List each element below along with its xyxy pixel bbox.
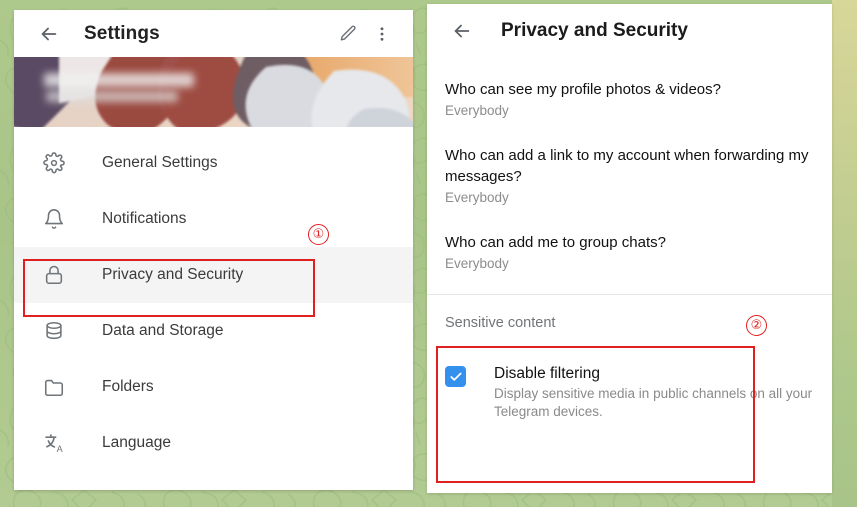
sidebar-item-general-settings[interactable]: General Settings (14, 135, 413, 191)
privacy-option-question: Who can add a link to my account when fo… (445, 147, 809, 185)
privacy-option-question: Who can see my profile photos & videos? (445, 81, 721, 98)
sidebar-item-label: Data and Storage (102, 322, 224, 339)
sidebar-item-folders[interactable]: Folders (14, 359, 413, 415)
page-title: Privacy and Security (501, 19, 688, 41)
privacy-option-group-chats[interactable]: Who can add me to group chats? Everybody (427, 232, 832, 271)
sidebar-item-language[interactable]: A Language (14, 415, 413, 471)
disable-filtering-checkbox[interactable] (445, 366, 466, 387)
sidebar-item-label: Notifications (102, 210, 187, 227)
settings-panel: Settings General Settings Notifications … (14, 10, 413, 490)
sidebar-item-label: Folders (102, 378, 154, 395)
bell-icon (40, 205, 68, 233)
profile-cover-photo[interactable] (14, 57, 413, 127)
disable-filtering-row[interactable]: Disable filtering Display sensitive medi… (445, 365, 814, 421)
privacy-option-forward-link[interactable]: Who can add a link to my account when fo… (427, 145, 832, 205)
svg-text:A: A (56, 444, 63, 454)
sidebar-item-data-and-storage[interactable]: Data and Storage (14, 303, 413, 359)
more-vertical-icon[interactable] (365, 17, 399, 51)
privacy-option-value: Everybody (445, 103, 509, 118)
database-icon (40, 317, 68, 345)
back-arrow-icon[interactable] (445, 14, 479, 48)
privacy-header: Privacy and Security (427, 4, 832, 57)
settings-header: Settings (14, 10, 413, 57)
disable-filtering-texts: Disable filtering Display sensitive medi… (494, 365, 814, 421)
folder-icon (40, 373, 68, 401)
privacy-option-value: Everybody (445, 256, 509, 271)
privacy-option-value: Everybody (445, 190, 509, 205)
privacy-security-panel: Privacy and Security Who can see my prof… (427, 4, 832, 493)
privacy-options-list: Who can see my profile photos & videos? … (427, 57, 832, 271)
sidebar-item-privacy-and-security[interactable]: Privacy and Security (14, 247, 413, 303)
sidebar-item-label: Privacy and Security (102, 266, 244, 283)
privacy-option-profile-photos[interactable]: Who can see my profile photos & videos? … (427, 79, 832, 118)
sidebar-item-notifications[interactable]: Notifications (14, 191, 413, 247)
section-title: Sensitive content (445, 315, 556, 331)
background-edge-strip (832, 0, 857, 507)
settings-menu: General Settings Notifications Privacy a… (14, 127, 413, 471)
gear-icon (40, 149, 68, 177)
check-icon (449, 372, 462, 381)
privacy-option-question: Who can add me to group chats? (445, 234, 666, 251)
blurred-profile-name (44, 73, 194, 87)
sensitive-content-section: Sensitive content Disable filtering Disp… (427, 295, 832, 421)
checkbox-label: Disable filtering (494, 365, 600, 382)
sidebar-item-label: Language (102, 434, 171, 451)
checkbox-description: Display sensitive media in public channe… (494, 386, 813, 419)
blurred-profile-subtitle (46, 91, 178, 102)
lock-icon (40, 261, 68, 289)
back-arrow-icon[interactable] (32, 17, 66, 51)
translate-icon: A (40, 429, 68, 457)
sidebar-item-label: General Settings (102, 154, 218, 171)
page-title: Settings (84, 22, 160, 44)
pencil-icon[interactable] (331, 17, 365, 51)
